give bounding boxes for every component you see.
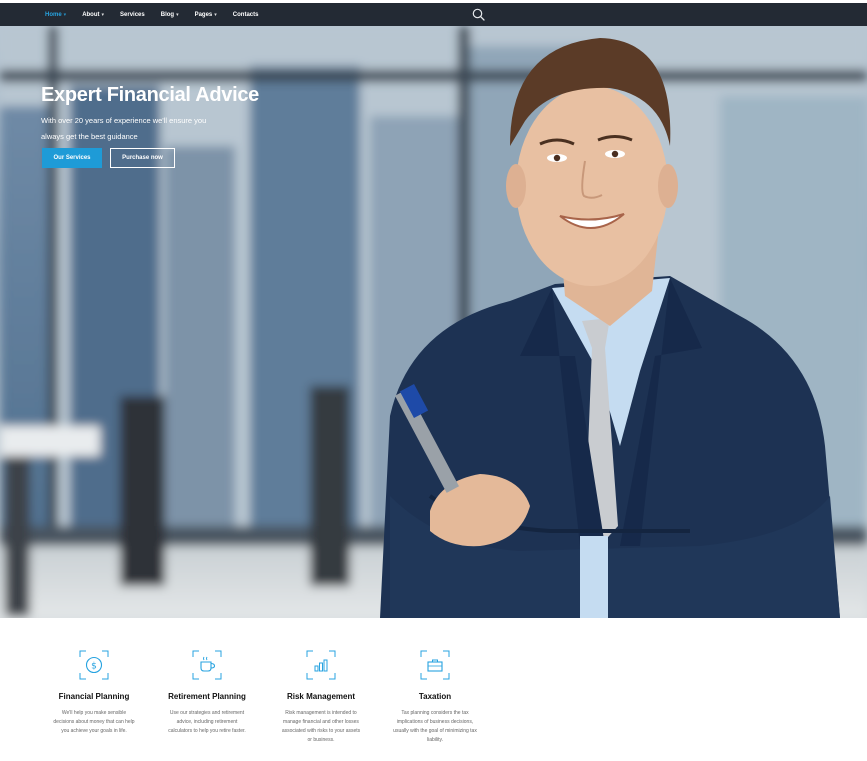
nav-item-label: Contacts <box>232 11 259 18</box>
briefcase-icon <box>420 650 450 680</box>
service-title: Risk Management <box>286 692 356 701</box>
hero-section: Expert Financial Advice With over 20 yea… <box>0 26 867 618</box>
service-description: Risk management is intended to manage fi… <box>281 710 361 743</box>
nav-item-label: Home <box>45 11 62 18</box>
nav-item-label: Pages <box>194 11 213 18</box>
nav-item-pages[interactable]: Pages ▾ <box>195 12 217 18</box>
nav-item-about[interactable]: About ▾ <box>82 12 104 18</box>
service-description: Use our strategies and retirement advice… <box>168 710 246 734</box>
chevron-down-icon: ▾ <box>101 11 105 18</box>
top-navigation-bar: Home ▾ About ▾ Services Blog ▾ Pages ▾ Conta… <box>0 3 867 26</box>
service-card-taxation[interactable]: Taxation Tax planning considers the tax … <box>385 650 485 745</box>
hero-subtitle: With over 20 years of experience we'll e… <box>41 116 207 141</box>
chevron-down-icon: ▾ <box>176 11 179 18</box>
service-description: We'll help you make sensible decisions a… <box>53 710 135 734</box>
services-section: $ Financial Planning We'll help you make… <box>0 618 867 761</box>
svg-text:$: $ <box>91 662 97 672</box>
dollar-coin-icon: $ <box>79 650 109 680</box>
service-description: Tax planning considers the tax implicati… <box>393 710 477 743</box>
main-nav: Home ▾ About ▾ Services Blog ▾ Pages ▾ Conta… <box>45 12 274 18</box>
search-icon[interactable] <box>472 8 485 21</box>
nav-item-services[interactable]: Services <box>120 12 145 18</box>
service-title: Financial Planning <box>58 692 130 701</box>
chevron-down-icon: ▾ <box>63 11 67 18</box>
hero-title: Expert Financial Advice <box>41 84 259 106</box>
service-card-retirement-planning[interactable]: Retirement Planning Use our strategies a… <box>157 650 257 736</box>
our-services-button[interactable]: Our Services <box>42 148 102 168</box>
bar-chart-icon <box>306 650 336 680</box>
nav-item-home[interactable]: Home ▾ <box>45 12 66 18</box>
nav-item-label: Services <box>120 11 145 18</box>
service-title: Retirement Planning <box>168 692 246 701</box>
chevron-down-icon: ▾ <box>214 11 217 18</box>
coffee-cup-icon <box>192 650 222 680</box>
service-title: Taxation <box>418 692 452 701</box>
service-card-financial-planning[interactable]: $ Financial Planning We'll help you make… <box>44 650 144 736</box>
businessman-photo <box>380 38 840 618</box>
service-card-risk-management[interactable]: Risk Management Risk management is inten… <box>271 650 371 745</box>
nav-item-contacts[interactable]: Contacts <box>233 12 259 18</box>
nav-item-blog[interactable]: Blog ▾ <box>161 12 179 18</box>
nav-item-label: Blog <box>160 11 175 18</box>
purchase-now-button[interactable]: Purchase now <box>110 148 175 168</box>
nav-item-label: About <box>82 11 100 18</box>
